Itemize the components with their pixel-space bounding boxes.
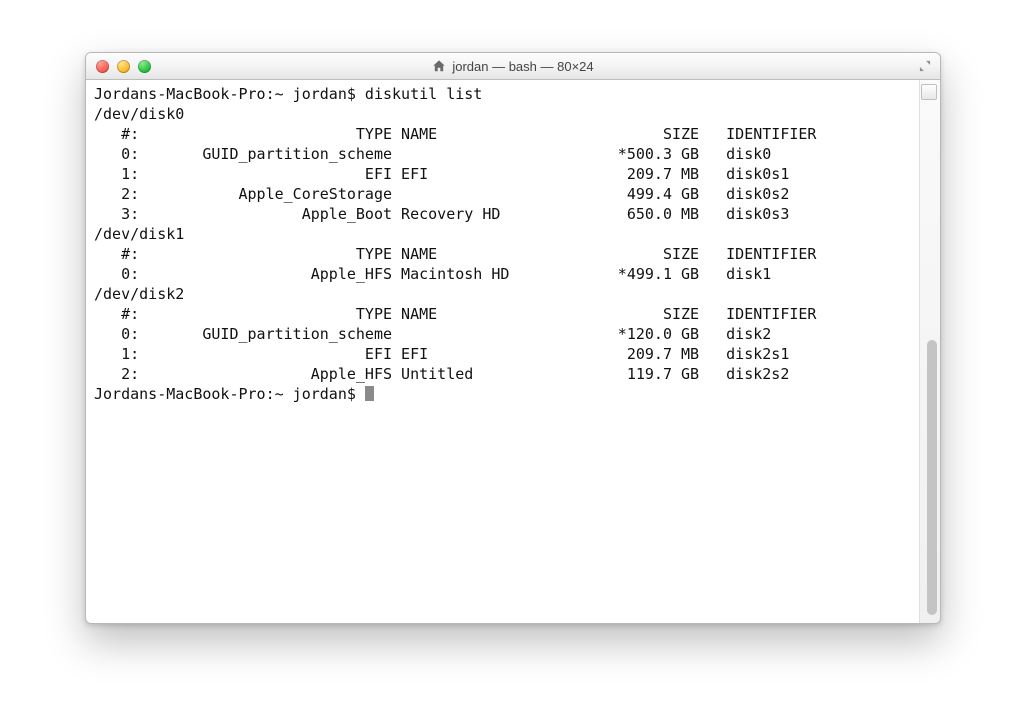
- terminal-content[interactable]: Jordans-MacBook-Pro:~ jordan$ diskutil l…: [86, 80, 919, 623]
- zoom-button[interactable]: [138, 60, 151, 73]
- terminal-window: jordan — bash — 80×24 Jordans-MacBook-Pr…: [85, 52, 941, 624]
- right-gutter: [919, 80, 940, 623]
- close-button[interactable]: [96, 60, 109, 73]
- home-icon: [432, 59, 446, 73]
- minimize-button[interactable]: [117, 60, 130, 73]
- scrollbar-thumb[interactable]: [927, 340, 937, 615]
- traffic-lights: [96, 53, 151, 79]
- window-title: jordan — bash — 80×24: [432, 59, 593, 74]
- titlebar[interactable]: jordan — bash — 80×24: [86, 53, 940, 80]
- fullscreen-button[interactable]: [918, 53, 932, 79]
- window-title-text: jordan — bash — 80×24: [452, 59, 593, 74]
- terminal-output: Jordans-MacBook-Pro:~ jordan$ diskutil l…: [94, 84, 913, 404]
- cursor: [365, 386, 374, 401]
- gutter-square-icon[interactable]: [921, 84, 937, 100]
